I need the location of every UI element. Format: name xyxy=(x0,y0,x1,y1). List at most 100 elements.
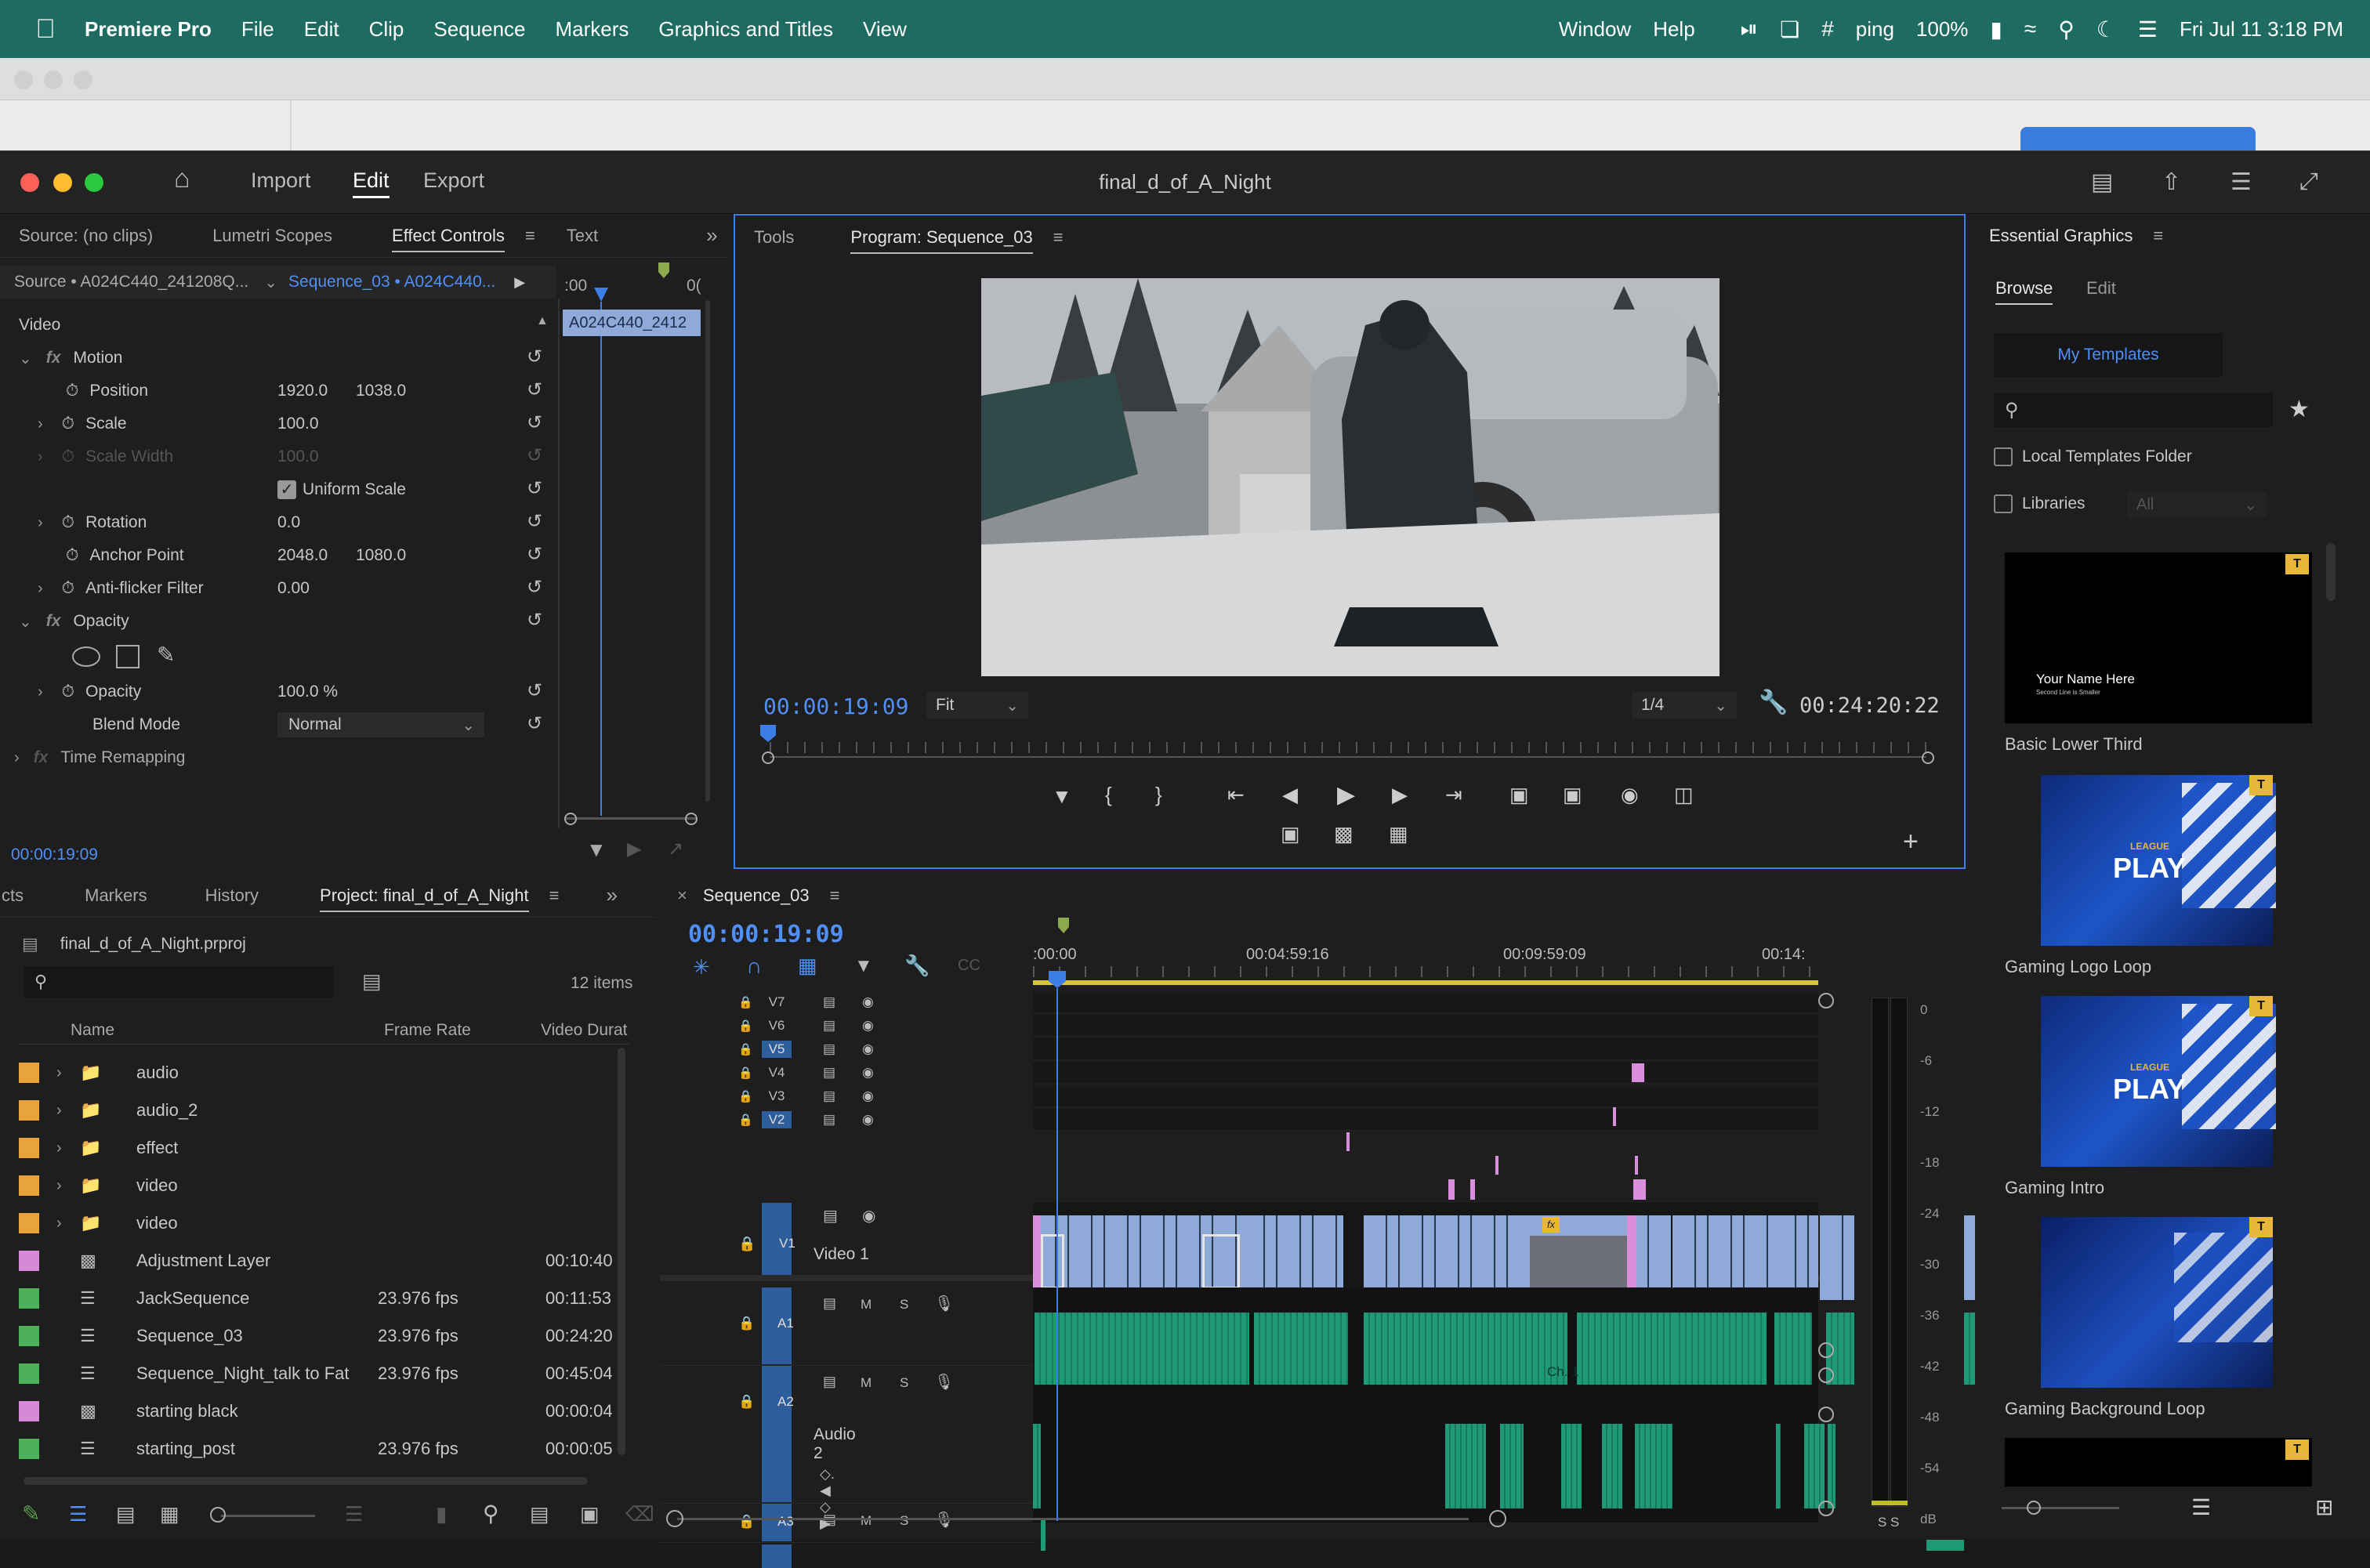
stopwatch-icon[interactable]: ⏱ xyxy=(62,579,74,598)
label-color-swatch[interactable] xyxy=(19,1063,39,1083)
track-label[interactable]: V4 xyxy=(762,1064,792,1081)
ec-zoom-handle-left[interactable] xyxy=(564,813,577,825)
audio-clip[interactable] xyxy=(1035,1313,1249,1385)
chevron-right-icon[interactable]: › xyxy=(38,683,43,701)
eye-icon[interactable]: ◉ xyxy=(862,1018,874,1034)
extract-icon[interactable]: ▣ xyxy=(1563,783,1582,807)
column-frame-rate[interactable]: Frame Rate xyxy=(384,1021,471,1040)
track-label[interactable]: V5 xyxy=(762,1041,792,1058)
v-scroll-top-handle[interactable] xyxy=(1818,993,1834,1009)
label-color-swatch[interactable] xyxy=(19,1401,39,1421)
audio-clip[interactable] xyxy=(1364,1313,1567,1385)
blend-mode-select[interactable]: Normal ⌄ xyxy=(277,712,484,737)
reset-scale-icon[interactable]: ↺ xyxy=(527,411,542,434)
settings-wrench-icon[interactable]: 🔧 xyxy=(1759,689,1788,716)
toggle-sync-icon[interactable]: ▤ xyxy=(823,1295,836,1312)
track-label[interactable]: V3 xyxy=(762,1088,792,1105)
adjustment-clip[interactable] xyxy=(1495,1156,1498,1175)
selected-clip-outline[interactable] xyxy=(1041,1234,1064,1289)
hamburger-icon[interactable]: ≡ xyxy=(2153,226,2163,246)
tab-sequence-03[interactable]: Sequence_03 xyxy=(703,885,810,906)
reset-uniform-icon[interactable]: ↺ xyxy=(527,477,542,500)
ellipse-mask-icon[interactable] xyxy=(72,646,100,667)
chevron-right-icon[interactable]: › xyxy=(56,1215,80,1233)
toggle-sync-icon[interactable]: ▤ xyxy=(823,1065,835,1081)
search-icon[interactable]: ⚲ xyxy=(2058,16,2075,42)
chevron-right-icon[interactable]: › xyxy=(38,514,43,532)
eye-icon[interactable]: ◉ xyxy=(862,1206,875,1226)
snap-insert-icon[interactable]: ✳ xyxy=(693,955,710,980)
chevron-right-icon[interactable]: › xyxy=(38,580,43,598)
ec-zoom-bar[interactable] xyxy=(566,817,696,820)
audio-target[interactable] xyxy=(762,1366,792,1502)
mark-out-icon[interactable]: } xyxy=(1155,783,1162,807)
reset-blend-icon[interactable]: ↺ xyxy=(527,712,542,735)
chevron-right-icon[interactable]: › xyxy=(56,1139,80,1157)
menu-file[interactable]: File xyxy=(241,17,274,42)
close-tab-icon[interactable]: × xyxy=(677,885,687,906)
add-marker-icon[interactable]: ▼ xyxy=(854,955,873,977)
project-h-scrollbar[interactable] xyxy=(24,1477,588,1485)
timeline-h-handle-right[interactable] xyxy=(1489,1510,1506,1527)
tab-history[interactable]: History xyxy=(205,885,259,906)
menu-graphics-titles[interactable]: Graphics and Titles xyxy=(658,17,833,42)
list-view-icon[interactable]: ☰ xyxy=(69,1502,87,1526)
track-label[interactable]: A2 xyxy=(777,1394,794,1410)
lock-icon[interactable]: 🔒 xyxy=(738,995,753,1009)
toggle-sync-icon[interactable]: ▤ xyxy=(823,1018,835,1034)
project-row[interactable]: ☰ starting_post 23.976 fps 00:00:05 xyxy=(19,1430,630,1468)
program-current-timecode[interactable]: 00:00:19:09 xyxy=(763,693,908,719)
label-color-swatch[interactable] xyxy=(19,1100,39,1121)
chevron-right-icon[interactable]: › xyxy=(56,1064,80,1082)
new-item-icon[interactable]: ⊞ xyxy=(2315,1494,2333,1520)
tab-program[interactable]: Program: Sequence_03 xyxy=(850,221,1033,254)
play-circle-icon[interactable]: ⏯ xyxy=(1741,16,1758,42)
template-thumb-gaming-bg[interactable]: T xyxy=(2041,1217,2273,1388)
rotation-value[interactable]: 0.0 xyxy=(277,507,300,538)
audio-target-extra[interactable] xyxy=(762,1544,792,1568)
lock-icon[interactable]: 🔒 xyxy=(738,1236,756,1252)
v-scroll-bottom-handle[interactable] xyxy=(1818,1501,1834,1516)
export-frame-camera-icon[interactable]: ◉ xyxy=(1621,783,1639,807)
stopwatch-icon[interactable]: ⏱ xyxy=(62,683,74,701)
anchor-x-value[interactable]: 2048.0 xyxy=(277,540,328,571)
stopwatch-icon[interactable]: ⏱ xyxy=(62,415,74,433)
tab-edit[interactable]: Edit xyxy=(2086,278,2116,299)
toggle-sync-icon[interactable]: ▤ xyxy=(823,1206,838,1226)
focus-moon-icon[interactable]: ☾ xyxy=(2096,16,2116,42)
template-label-gaming-logo[interactable]: Gaming Logo Loop xyxy=(2005,957,2151,977)
adjustment-clip[interactable] xyxy=(1470,1179,1475,1200)
lock-icon[interactable]: 🔒 xyxy=(738,1042,753,1056)
label-color-swatch[interactable] xyxy=(19,1175,39,1196)
label-color-swatch[interactable] xyxy=(19,1326,39,1346)
template-thumb-lower-third[interactable]: Your Name Here Second Line is Smaller T xyxy=(2005,552,2312,723)
lock-icon[interactable]: 🔒 xyxy=(738,1394,755,1410)
write-on-pencil-icon[interactable]: ✎ xyxy=(22,1501,40,1526)
toggle-sync-icon[interactable]: ▤ xyxy=(823,994,835,1010)
audio-clip[interactable] xyxy=(1674,1313,1767,1385)
program-scrub-bar[interactable] xyxy=(770,756,1926,758)
toggle-sync-icon[interactable]: ▤ xyxy=(823,1088,835,1104)
solo-button[interactable]: S xyxy=(900,1297,908,1313)
filter-icon[interactable]: ▼ xyxy=(586,838,607,862)
stopwatch-icon[interactable]: ⏱ xyxy=(62,513,74,532)
workspaces-menu-icon[interactable]: ☰ xyxy=(2230,168,2252,196)
new-item-icon[interactable]: ▣ xyxy=(580,1502,600,1526)
thumb-size-handle[interactable] xyxy=(2027,1501,2041,1515)
tab-markers[interactable]: Markers xyxy=(85,885,147,906)
hamburger-icon[interactable]: ≡ xyxy=(525,226,535,246)
tab-text[interactable]: Text xyxy=(567,226,598,246)
sort-icon[interactable]: ☰ xyxy=(2191,1494,2211,1520)
ec-playhead[interactable] xyxy=(594,288,608,302)
label-color-swatch[interactable] xyxy=(19,1439,39,1459)
reset-position-icon[interactable]: ↺ xyxy=(527,378,542,401)
find-icon[interactable]: ⚲ xyxy=(483,1501,499,1526)
template-label-gaming-bg[interactable]: Gaming Background Loop xyxy=(2005,1399,2205,1419)
tab-lumetri-scopes[interactable]: Lumetri Scopes xyxy=(212,226,332,246)
reset-anchor-icon[interactable]: ↺ xyxy=(527,543,542,566)
program-playhead[interactable] xyxy=(760,725,776,742)
stopwatch-icon[interactable]: ⏱ xyxy=(66,546,78,565)
project-search-input[interactable]: ⚲ xyxy=(24,966,334,998)
hamburger-icon[interactable]: ≡ xyxy=(1053,227,1064,248)
quick-export-icon[interactable]: ▤ xyxy=(2091,168,2113,196)
